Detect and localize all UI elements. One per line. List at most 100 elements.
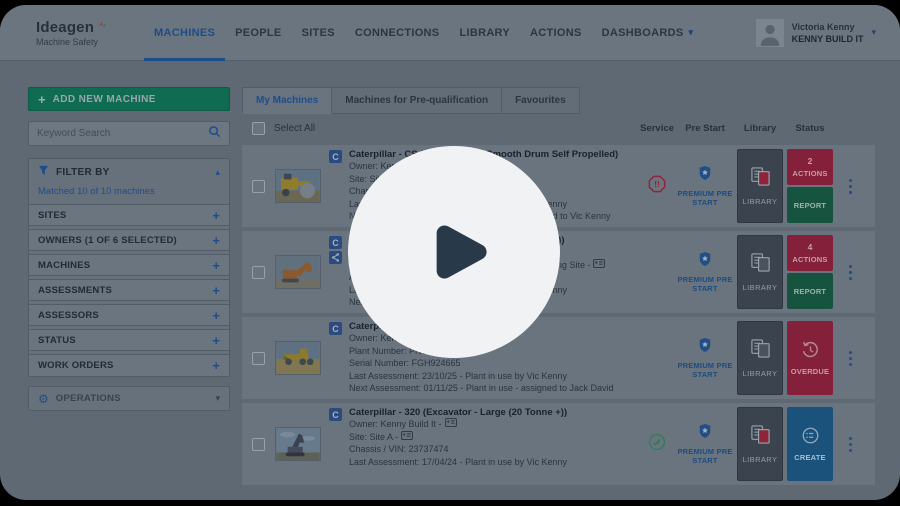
- report-button[interactable]: REPORT: [787, 273, 833, 309]
- user-org: KENNY BUILD IT: [792, 34, 864, 44]
- premium-pre-start-button[interactable]: PREMIUM PRE START: [677, 251, 733, 293]
- filter-section-sites[interactable]: SITES+: [29, 204, 229, 226]
- premium-pre-start-button[interactable]: PREMIUM PRE START: [677, 423, 733, 465]
- row-checkbox[interactable]: [252, 352, 265, 365]
- status-cell: 2ACTIONSREPORT: [787, 149, 833, 223]
- library-button[interactable]: LIBRARY: [737, 149, 783, 223]
- column-service: Service: [637, 123, 677, 134]
- filter-section-status[interactable]: STATUS+: [29, 329, 229, 351]
- nav-item-dashboards[interactable]: DASHBOARDS▾: [592, 5, 704, 61]
- status-cell: 4ACTIONSREPORT: [787, 235, 833, 309]
- service-alert-icon: !!: [648, 175, 666, 198]
- plus-icon: +: [212, 359, 220, 372]
- tab-bar: My MachinesMachines for Pre-qualificatio…: [242, 87, 875, 114]
- row-checkbox[interactable]: [252, 266, 265, 279]
- gear-icon: ⚙: [38, 393, 49, 405]
- column-status: Status: [787, 123, 833, 134]
- library-button[interactable]: LIBRARY: [737, 407, 783, 481]
- tab-machines-for-pre-qualification[interactable]: Machines for Pre-qualification: [332, 87, 502, 114]
- machine-detail-line: Last Assessment: 23/10/25 - Plant in use…: [349, 370, 637, 383]
- filter-section-assessments[interactable]: ASSESSMENTS+: [29, 279, 229, 301]
- search-icon[interactable]: [208, 125, 221, 143]
- nav-item-people[interactable]: PEOPLE: [225, 5, 291, 61]
- filter-section-assessors[interactable]: ASSESSORS+: [29, 304, 229, 326]
- chevron-down-icon: ▾: [871, 28, 876, 37]
- shield-star-icon: [698, 251, 712, 272]
- add-new-machine-button[interactable]: + ADD NEW MACHINE: [28, 87, 230, 111]
- service-status: [637, 433, 677, 456]
- select-all-label: Select All: [274, 123, 315, 134]
- share-icon-badge: [329, 251, 342, 264]
- filter-sections: SITES+ OWNERS (1 OF 6 SELECTED)+ MACHINES+…: [29, 204, 229, 376]
- create-button[interactable]: CREATE: [787, 407, 833, 481]
- filter-section-work[interactable]: WORK ORDERS+: [29, 354, 229, 376]
- search-input[interactable]: [37, 128, 208, 139]
- machine-photo: [275, 255, 321, 289]
- nav-item-connections[interactable]: CONNECTIONS: [345, 5, 450, 61]
- premium-pre-start-button[interactable]: PREMIUM PRE START: [677, 337, 733, 379]
- filter-section-machines[interactable]: MACHINES+: [29, 254, 229, 276]
- user-name: Victoria Kenny: [792, 22, 864, 32]
- shield-star-icon: [698, 165, 712, 186]
- documents-icon: [750, 252, 771, 278]
- plus-icon: +: [212, 259, 220, 272]
- filter-section-owners[interactable]: OWNERS (1 OF 6 SELECTED)+: [29, 229, 229, 251]
- avatar: [756, 19, 784, 47]
- brand-name: Ideagen: [36, 19, 94, 36]
- library-button[interactable]: LIBRARY: [737, 235, 783, 309]
- nav-item-machines[interactable]: MACHINES: [144, 5, 225, 61]
- filter-panel: FILTER BY ▴ Matched 10 of 10 machines SI…: [28, 158, 230, 377]
- play-button[interactable]: [348, 146, 560, 358]
- documents-icon: [750, 424, 771, 450]
- filter-by-header[interactable]: FILTER BY ▴: [29, 159, 229, 185]
- operations-bar[interactable]: ⚙ OPERATIONS ▾: [28, 386, 230, 411]
- user-menu[interactable]: Victoria Kenny KENNY BUILD IT ▾: [756, 19, 876, 47]
- machine-rows: CCaterpillar - CS-533E (Rollers, Smooth …: [242, 145, 875, 485]
- nav-item-library[interactable]: LIBRARY: [449, 5, 520, 61]
- machine-row: C Caterpillar - 320 (Excavator - Large (2…: [242, 403, 875, 485]
- chevron-down-icon: ▾: [689, 28, 694, 37]
- nav-item-sites[interactable]: SITES: [292, 5, 345, 61]
- library-button[interactable]: LIBRARY: [737, 321, 783, 395]
- service-status: !!: [637, 175, 677, 198]
- plus-icon: +: [212, 209, 220, 222]
- row-checkbox[interactable]: [252, 180, 265, 193]
- shield-star-icon: [698, 337, 712, 358]
- column-pre-start: Pre Start: [677, 123, 733, 134]
- select-all-checkbox[interactable]: [252, 122, 265, 135]
- svg-text:!!: !!: [654, 179, 660, 189]
- create-icon: [801, 426, 820, 450]
- row-menu-kebab-icon[interactable]: [833, 265, 867, 280]
- sidebar: + ADD NEW MACHINE FILTER BY ▴ Matched 10…: [28, 87, 230, 485]
- chevron-up-icon[interactable]: ▴: [215, 168, 220, 177]
- row-menu-kebab-icon[interactable]: [833, 179, 867, 194]
- machine-detail-line: Next Assessment: 01/11/25 - Plant in use…: [349, 382, 637, 395]
- tab-my-machines[interactable]: My Machines: [242, 87, 332, 114]
- actions-button[interactable]: 4ACTIONS: [787, 235, 833, 271]
- matched-count: Matched 10 of 10 machines: [29, 185, 229, 204]
- machine-row: CCaterpillar - CS-533E (Rollers, Smooth …: [242, 145, 875, 227]
- list-header: Select All Service Pre Start Library Sta…: [242, 115, 875, 141]
- plus-icon: +: [212, 309, 220, 322]
- row-menu-kebab-icon[interactable]: [833, 351, 867, 366]
- machine-details: Caterpillar - 320 (Excavator - Large (20…: [349, 403, 637, 468]
- row-menu-kebab-icon[interactable]: [833, 437, 867, 452]
- row-checkbox[interactable]: [252, 438, 265, 451]
- actions-button[interactable]: 2ACTIONS: [787, 149, 833, 185]
- report-button[interactable]: REPORT: [787, 187, 833, 223]
- company-badge: C: [329, 408, 342, 421]
- nav-item-actions[interactable]: ACTIONS: [520, 5, 592, 61]
- video-letterbox: Ideagen Machine Safety MACHINESPEOPLESIT…: [0, 0, 900, 506]
- plus-icon: +: [212, 284, 220, 297]
- company-badge: C: [329, 150, 342, 163]
- service-ok-icon: [648, 433, 666, 456]
- machine-title[interactable]: Caterpillar - 320 (Excavator - Large (20…: [349, 407, 637, 418]
- premium-pre-start-button[interactable]: PREMIUM PRE START: [677, 165, 733, 207]
- overdue-button[interactable]: OVERDUE: [787, 321, 833, 395]
- filter-icon: [38, 163, 49, 181]
- logo-spark-icon: [98, 16, 106, 33]
- documents-icon: [750, 166, 771, 192]
- shield-star-icon: [698, 423, 712, 444]
- tab-favourites[interactable]: Favourites: [502, 87, 580, 114]
- status-cell: OVERDUE: [787, 321, 833, 395]
